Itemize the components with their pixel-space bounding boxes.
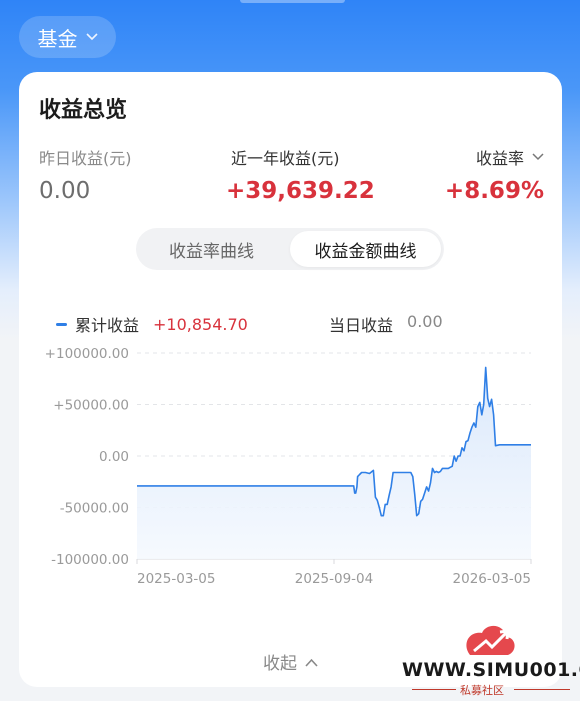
tab-rate-curve[interactable]: 收益率曲线 <box>136 228 287 270</box>
card-title: 收益总览 <box>39 98 128 123</box>
profit-chart[interactable]: +100000.00 +50000.00 0.00 -50000.00 -100000.… <box>19 337 562 627</box>
series-area <box>137 367 531 559</box>
rate-selector[interactable]: 收益率 <box>476 145 544 169</box>
chart-legend: 累计收益 +10,854.70 <box>56 312 248 336</box>
chevron-down-icon <box>532 150 544 164</box>
fund-selector-label: 基金 <box>37 26 78 51</box>
daily-legend: 当日收益 0.00 <box>329 312 443 336</box>
overview-card: 收益总览 昨日收益(元) 近一年收益(元) 收益率 0.00 +39,639.2… <box>19 72 562 687</box>
watermark: WWW.SIMU001.CN 私募社区 <box>402 621 580 697</box>
yesterday-value: 0.00 <box>39 178 91 204</box>
watermark-divider <box>514 689 570 690</box>
legend-series-name: 累计收益 <box>75 316 140 335</box>
yesterday-label: 昨日收益(元) <box>39 149 132 168</box>
daily-value: 0.00 <box>407 312 443 331</box>
x-tick-label: 2025-09-04 <box>295 571 373 587</box>
y-tick-label: -100000.00 <box>51 552 129 568</box>
y-tick-label: +100000.00 <box>45 346 129 362</box>
watermark-text: WWW.SIMU001.CN <box>402 659 580 681</box>
rate-value: +8.69% <box>444 178 544 204</box>
collapse-label: 收起 <box>263 654 297 674</box>
chevron-down-icon <box>85 30 98 44</box>
y-tick-label: 0.00 <box>99 449 129 465</box>
year-value: +39,639.22 <box>226 178 375 204</box>
fund-selector[interactable]: 基金 <box>19 16 116 58</box>
year-label: 近一年收益(元) <box>231 149 340 168</box>
y-tick-label: +50000.00 <box>53 398 129 414</box>
legend-series-value: +10,854.70 <box>153 314 248 334</box>
daily-name: 当日收益 <box>329 316 394 335</box>
watermark-divider <box>412 689 456 690</box>
x-tick-label: 2025-03-05 <box>137 571 215 587</box>
legend-swatch <box>56 322 67 326</box>
tab-amount-curve[interactable]: 收益金额曲线 <box>290 231 441 267</box>
y-tick-label: -50000.00 <box>60 501 129 517</box>
status-strip <box>240 0 345 3</box>
rate-label: 收益率 <box>475 149 524 168</box>
curve-tabs: 收益率曲线 收益金额曲线 <box>136 228 444 270</box>
watermark-logo-icon <box>466 625 515 655</box>
chevron-up-icon <box>305 652 318 672</box>
x-tick-label: 2026-03-05 <box>453 571 531 587</box>
collapse-button[interactable]: 收起 <box>263 649 318 674</box>
watermark-sub: 私募社区 <box>460 684 504 697</box>
